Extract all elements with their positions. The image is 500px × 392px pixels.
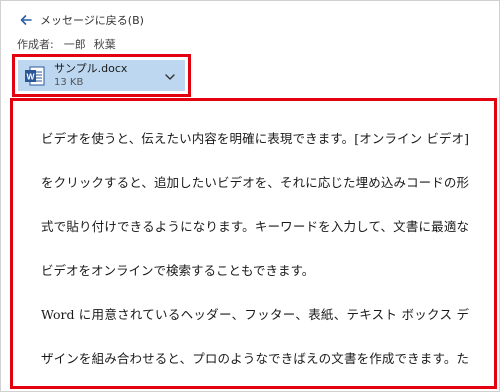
back-to-message-link[interactable]: メッセージに戻る(B) — [20, 11, 144, 29]
attachment-card[interactable]: W サンプル.docx 13 KB — [18, 60, 185, 91]
chevron-down-icon[interactable] — [163, 70, 177, 84]
document-line: ビデオをオンラインで検索することもできます。 — [41, 263, 315, 278]
document-body: ビデオを使うと、伝えたい内容を明確に表現できます。[オンライン ビデオ] をクリ… — [41, 123, 469, 374]
document-preview: ビデオを使うと、伝えたい内容を明確に表現できます。[オンライン ビデオ] をクリ… — [10, 98, 497, 389]
author-family-name: 一郎 — [63, 38, 86, 51]
document-line: Word に用意されているヘッダー、フッター、表紙、テキスト ボックス デ — [41, 307, 469, 322]
document-line: 式で貼り付けできるようになります。キーワードを入力して、文書に最適な — [41, 219, 469, 234]
attachment-highlight: W サンプル.docx 13 KB — [12, 54, 191, 97]
document-line: をクリックすると、追加したいビデオを、それに応じた埋め込みコードの形 — [41, 175, 469, 190]
author-given-name: 秋葉 — [93, 38, 116, 51]
document-line: ザインを組み合わせると、プロのようなできばえの文書を作成できます。た — [41, 351, 469, 366]
attachment-size: 13 KB — [54, 76, 84, 88]
message-window: メッセージに戻る(B) 作成者: 一郎 秋葉 W サンプル.docx 13 KB — [0, 0, 500, 392]
word-doc-icon: W — [25, 66, 45, 85]
author-row: 作成者: 一郎 秋葉 — [17, 36, 116, 52]
arrow-left-icon — [20, 15, 32, 25]
attachment-filename: サンプル.docx — [54, 61, 128, 75]
svg-text:W: W — [26, 71, 35, 81]
document-line: ビデオを使うと、伝えたい内容を明確に表現できます。[オンライン ビデオ] — [41, 131, 469, 146]
author-label: 作成者: — [17, 38, 54, 51]
back-link-label: メッセージに戻る(B) — [40, 14, 144, 27]
